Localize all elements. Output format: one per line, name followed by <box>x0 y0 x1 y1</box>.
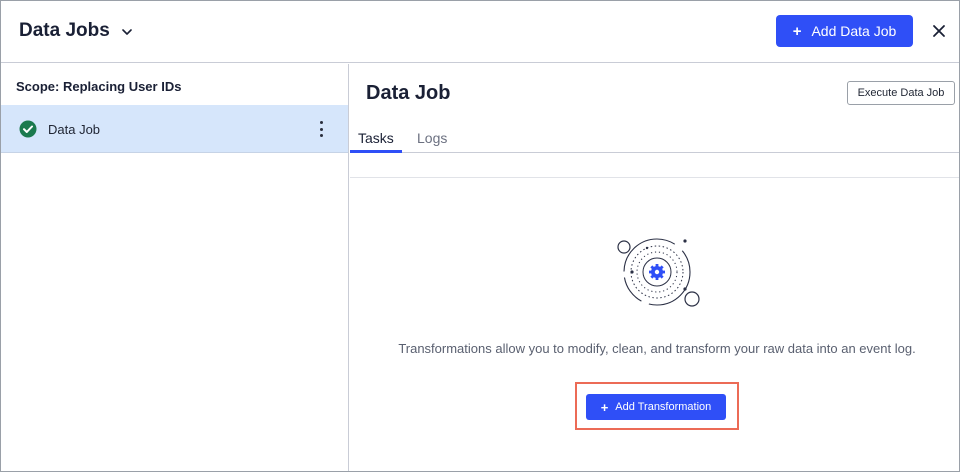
scope-label: Scope: Replacing User IDs <box>16 79 182 94</box>
orbit-gear-illustration-icon <box>617 238 700 307</box>
plus-icon: + <box>792 22 802 40</box>
data-job-list-panel: Scope: Replacing User IDs Data Job <box>1 64 349 471</box>
list-item-data-job[interactable]: Data Job <box>1 105 348 153</box>
list-item-label: Data Job <box>48 122 101 137</box>
more-options-icon[interactable] <box>313 119 329 139</box>
add-data-job-label: Add Data Job <box>811 23 897 39</box>
data-job-title: Data Job <box>366 82 451 104</box>
tab-bar: Tasks Logs <box>350 124 959 153</box>
tab-tasks[interactable]: Tasks <box>358 130 394 146</box>
data-jobs-title-dropdown[interactable]: Data Jobs <box>19 20 134 42</box>
header: Data Jobs + Add Data Job <box>1 1 959 63</box>
add-data-job-button[interactable]: + Add Data Job <box>776 15 913 47</box>
plus-icon: + <box>600 399 609 415</box>
close-icon <box>933 25 945 37</box>
data-jobs-window: Data Jobs + Add Data Job Scope: Replacin… <box>0 0 960 472</box>
add-transformation-label: Add Transformation <box>615 401 712 413</box>
check-circle-icon <box>19 120 37 138</box>
close-button[interactable] <box>927 19 951 43</box>
page-title: Data Jobs <box>19 20 110 41</box>
data-job-detail-panel: Data Job Execute Data Job Tasks Logs Tra… <box>350 64 959 471</box>
active-tab-indicator <box>350 150 402 153</box>
chevron-down-icon <box>122 29 132 35</box>
add-transformation-button[interactable]: + Add Transformation <box>586 394 726 420</box>
tab-logs[interactable]: Logs <box>417 130 447 146</box>
empty-state-description: Transformations allow you to modify, cle… <box>398 341 916 356</box>
execute-data-job-button[interactable]: Execute Data Job <box>847 81 955 105</box>
